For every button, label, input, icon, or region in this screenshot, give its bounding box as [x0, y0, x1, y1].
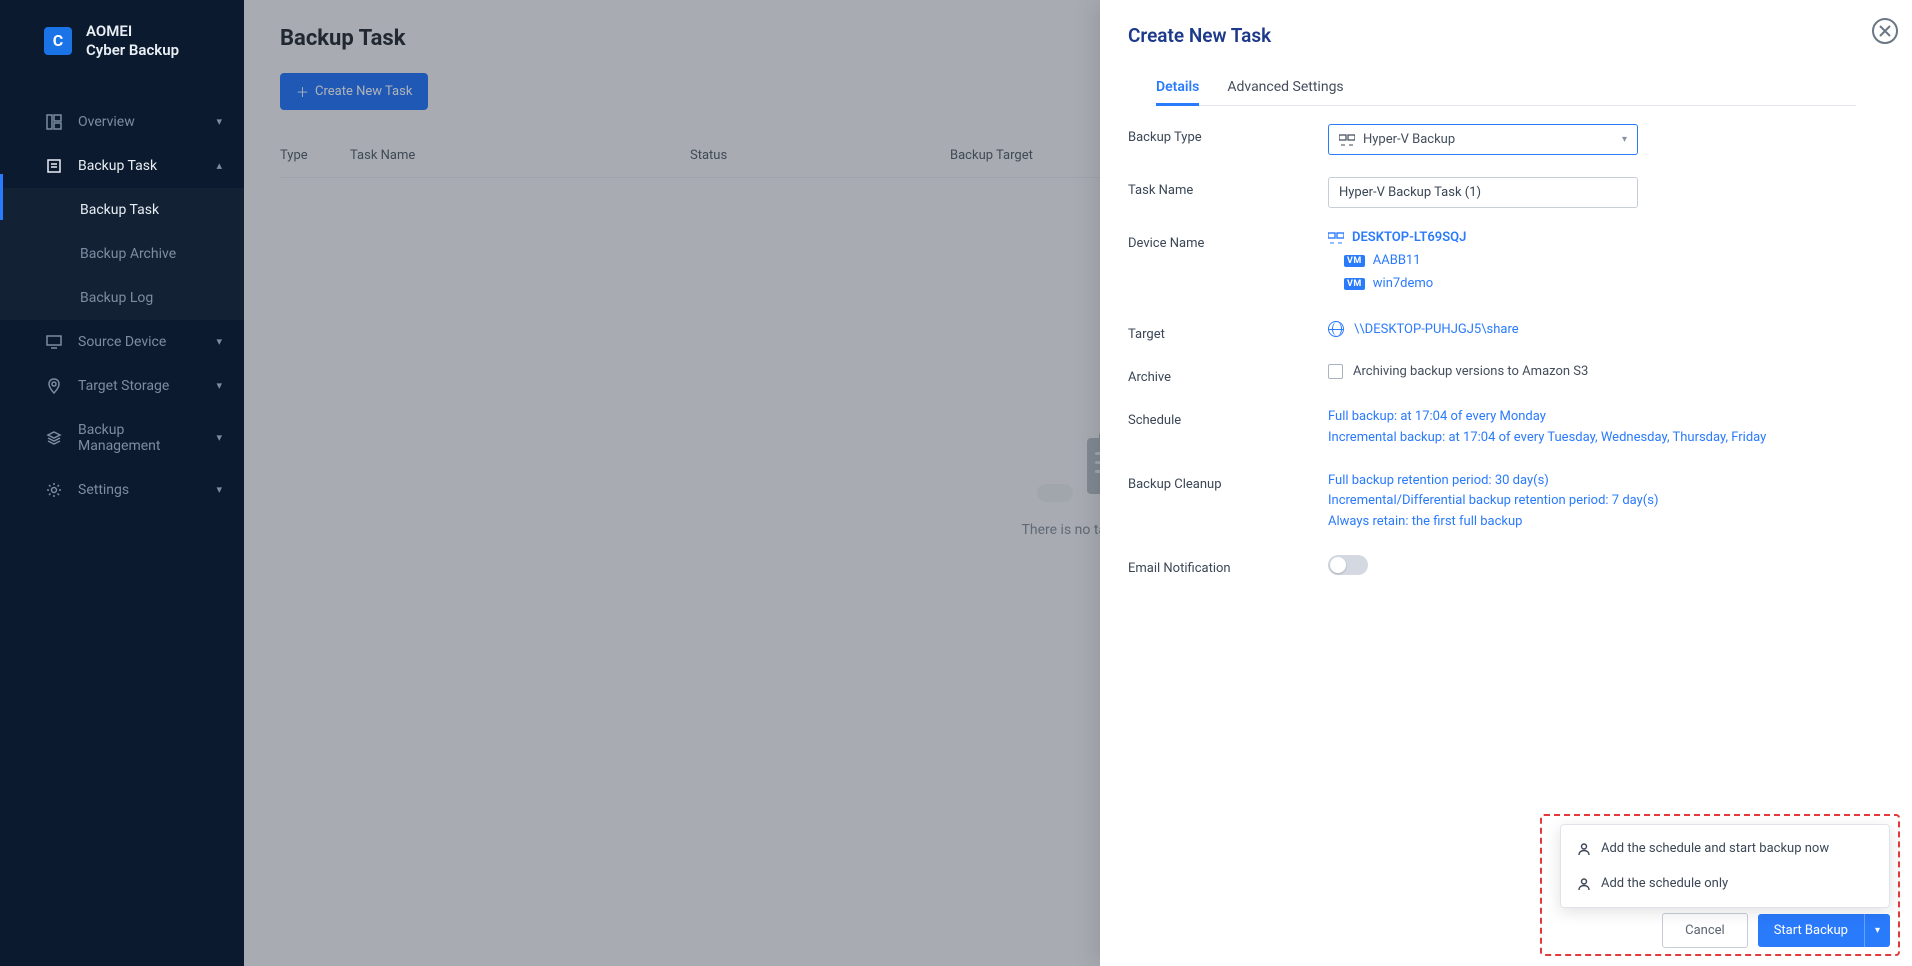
archive-text: Archiving backup versions to Amazon S3: [1353, 364, 1588, 379]
panel-title: Create New Task: [1128, 24, 1884, 47]
sidebar-item-backup-task[interactable]: Backup Task ▴: [0, 144, 244, 188]
vm-badge-icon: VM: [1344, 278, 1365, 290]
chevron-up-icon: ▴: [216, 159, 222, 172]
chevron-down-icon: ▾: [216, 379, 222, 392]
target-path[interactable]: \\DESKTOP-PUHJGJ5\share: [1354, 322, 1519, 337]
menu-item-schedule-only[interactable]: Add the schedule only: [1561, 866, 1889, 901]
cleanup-line: Full backup retention period: 30 day(s): [1328, 471, 1884, 492]
person-icon: [1577, 877, 1591, 891]
sidebar-item-label: Backup Task: [78, 158, 157, 174]
label-archive: Archive: [1128, 364, 1328, 385]
sidebar-sub-backup-task: Backup Task Backup Archive Backup Log: [0, 188, 244, 320]
app-root: C AOMEI Cyber Backup Overview ▾ Backup T…: [0, 0, 1912, 966]
sidebar-sub-label: Backup Task: [80, 202, 159, 218]
person-icon: [1577, 842, 1591, 856]
pin-icon: [46, 378, 62, 394]
dashboard-icon: [46, 114, 62, 130]
create-task-panel: Create New Task Details Advanced Setting…: [1100, 0, 1912, 966]
cancel-button[interactable]: Cancel: [1662, 913, 1748, 948]
label-task-name: Task Name: [1128, 177, 1328, 198]
cleanup-link[interactable]: Full backup retention period: 30 day(s) …: [1328, 471, 1884, 533]
vm-name: AABB11: [1373, 253, 1421, 268]
sidebar-item-settings[interactable]: Settings ▾: [0, 468, 244, 512]
tab-label: Details: [1156, 79, 1199, 95]
chevron-down-icon: ▾: [216, 431, 222, 444]
backup-type-value: Hyper-V Backup: [1363, 132, 1455, 147]
label-device-name: Device Name: [1128, 230, 1328, 251]
chevron-down-icon: ▾: [216, 335, 222, 348]
sidebar-item-label: Target Storage: [78, 378, 169, 394]
start-backup-dropdown[interactable]: ▾: [1864, 914, 1890, 947]
label-backup-type: Backup Type: [1128, 124, 1328, 145]
label-cleanup: Backup Cleanup: [1128, 471, 1328, 492]
schedule-line: Incremental backup: at 17:04 of every Tu…: [1328, 428, 1884, 449]
tab-label: Advanced Settings: [1227, 79, 1343, 95]
monitor-icon: [46, 334, 62, 350]
sidebar-item-mgmt[interactable]: Backup Management ▾: [0, 408, 244, 468]
sidebar-item-label: Overview: [78, 114, 135, 130]
tab-details[interactable]: Details: [1156, 69, 1199, 105]
chevron-down-icon: ▾: [216, 115, 222, 128]
sidebar-sub-archive[interactable]: Backup Archive: [80, 232, 244, 276]
label-target: Target: [1128, 321, 1328, 342]
vm-badge-icon: VM: [1344, 255, 1365, 267]
sidebar: C AOMEI Cyber Backup Overview ▾ Backup T…: [0, 0, 244, 966]
logo: C AOMEI Cyber Backup: [0, 0, 244, 82]
vm-name: win7demo: [1373, 276, 1433, 291]
sidebar-sub-label: Backup Archive: [80, 246, 176, 262]
close-icon: [1879, 25, 1891, 37]
close-button[interactable]: [1872, 18, 1898, 44]
network-share-icon: [1328, 321, 1344, 337]
cleanup-line: Always retain: the first full backup: [1328, 512, 1884, 533]
label-schedule: Schedule: [1128, 407, 1328, 428]
start-backup-menu: Add the schedule and start backup now Ad…: [1560, 824, 1890, 908]
menu-item-start-now[interactable]: Add the schedule and start backup now: [1561, 831, 1889, 866]
chevron-down-icon: ▾: [1622, 134, 1627, 145]
sidebar-item-source[interactable]: Source Device ▾: [0, 320, 244, 364]
device-host-name: DESKTOP-LT69SQJ: [1352, 230, 1466, 245]
task-icon: [46, 158, 62, 174]
hyperv-icon: [1339, 133, 1355, 147]
sidebar-item-label: Backup Management: [78, 422, 200, 454]
menu-item-label: Add the schedule and start backup now: [1601, 841, 1829, 856]
vm-item-1[interactable]: VM win7demo: [1328, 276, 1884, 291]
schedule-line: Full backup: at 17:04 of every Monday: [1328, 407, 1884, 428]
sidebar-sub-label: Backup Log: [80, 290, 153, 306]
panel-tabs: Details Advanced Settings: [1156, 69, 1856, 105]
layers-icon: [46, 430, 62, 446]
logo-text: AOMEI Cyber Backup: [86, 22, 179, 60]
panel-body: Backup Type Hyper-V Backup ▾ Task Name: [1100, 106, 1912, 913]
backup-type-select[interactable]: Hyper-V Backup ▾: [1328, 124, 1638, 155]
start-backup-label: Start Backup: [1774, 923, 1848, 938]
panel-head: Create New Task Details Advanced Setting…: [1100, 0, 1912, 106]
sidebar-item-label: Settings: [78, 482, 129, 498]
tab-advanced[interactable]: Advanced Settings: [1227, 69, 1343, 105]
sidebar-sub-task[interactable]: Backup Task: [80, 188, 244, 232]
label-email: Email Notification: [1128, 555, 1328, 576]
email-toggle[interactable]: [1328, 555, 1368, 575]
archive-checkbox[interactable]: [1328, 364, 1343, 379]
sidebar-item-label: Source Device: [78, 334, 166, 350]
sidebar-item-overview[interactable]: Overview ▾: [0, 100, 244, 144]
chevron-down-icon: ▾: [1875, 925, 1880, 936]
schedule-link[interactable]: Full backup: at 17:04 of every Monday In…: [1328, 407, 1884, 449]
cancel-label: Cancel: [1685, 923, 1725, 938]
cleanup-line: Incremental/Differential backup retentio…: [1328, 491, 1884, 512]
sidebar-sub-log[interactable]: Backup Log: [80, 276, 244, 320]
hyperv-icon: [1328, 231, 1344, 245]
logo-icon: C: [44, 27, 72, 55]
chevron-down-icon: ▾: [216, 483, 222, 496]
menu-item-label: Add the schedule only: [1601, 876, 1728, 891]
sidebar-nav: Overview ▾ Backup Task ▴ Backup Task Bac…: [0, 100, 244, 512]
start-backup-button[interactable]: Start Backup: [1758, 914, 1864, 947]
panel-footer: Add the schedule and start backup now Ad…: [1100, 913, 1912, 966]
task-name-input[interactable]: [1328, 177, 1638, 208]
vm-item-0[interactable]: VM AABB11: [1328, 253, 1884, 268]
gear-icon: [46, 482, 62, 498]
start-backup-split-button: Start Backup ▾: [1758, 914, 1890, 947]
sidebar-item-target[interactable]: Target Storage ▾: [0, 364, 244, 408]
device-host[interactable]: DESKTOP-LT69SQJ: [1328, 230, 1884, 245]
